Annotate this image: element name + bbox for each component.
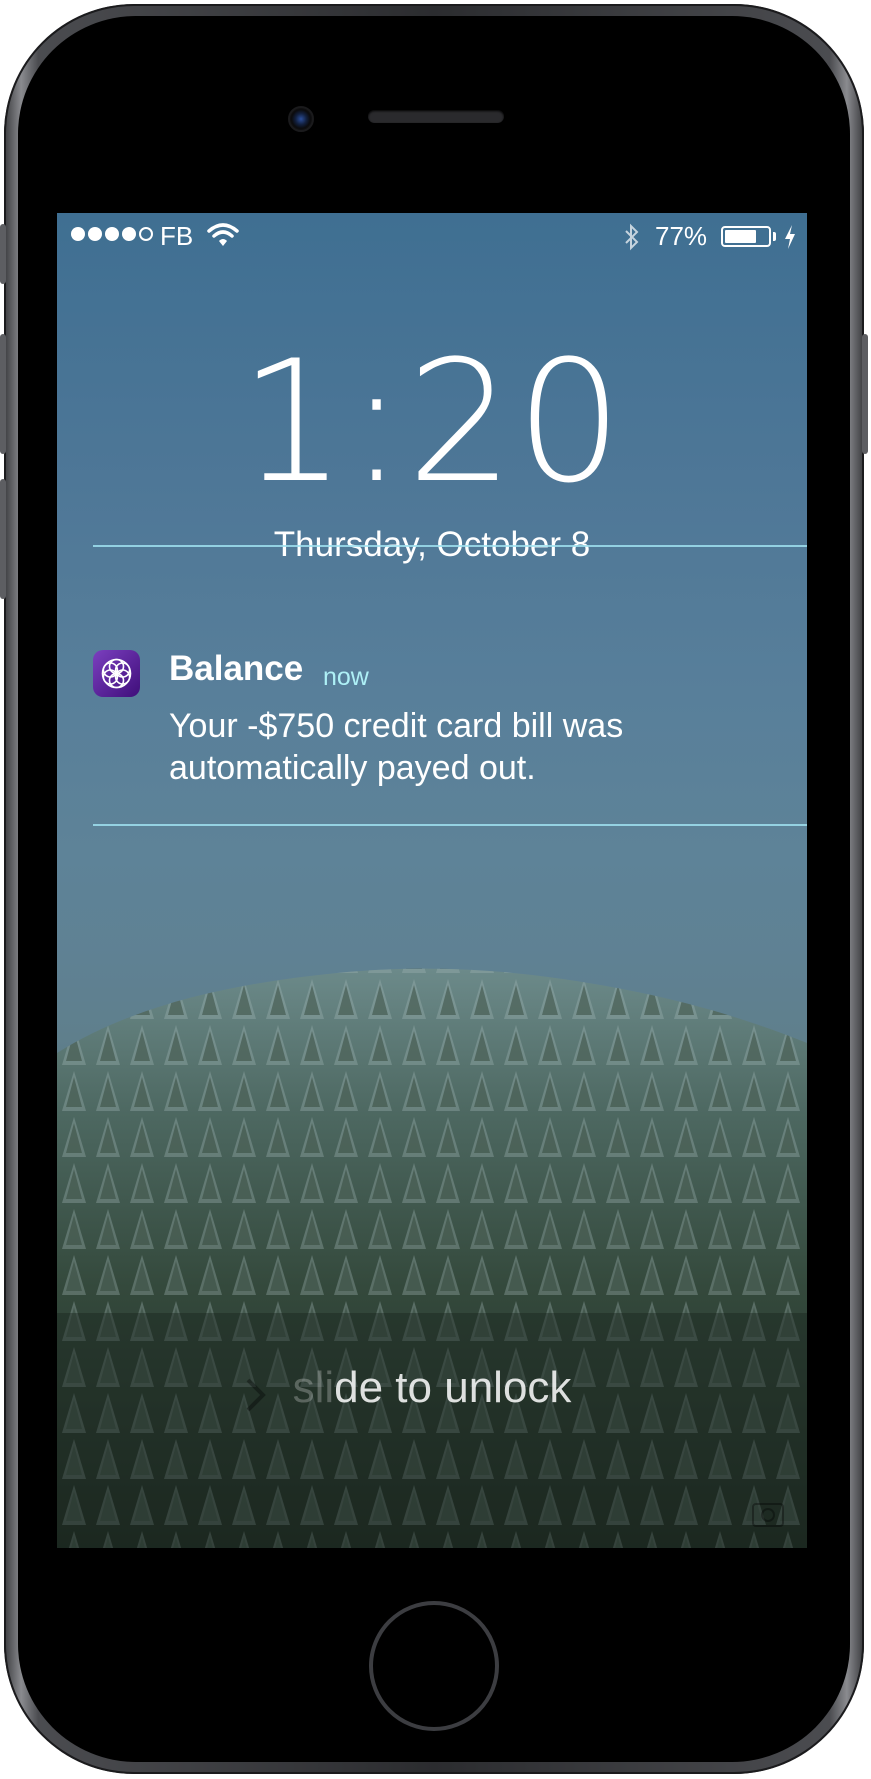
signal-dot (105, 227, 119, 241)
wifi-icon (207, 223, 239, 246)
signal-dot (71, 227, 85, 241)
notification-message: Your -$750 credit card bill was automati… (169, 707, 624, 787)
volume-up-button (0, 334, 6, 454)
earpiece-speaker (368, 110, 504, 123)
signal-dot (88, 227, 102, 241)
front-camera (288, 106, 314, 132)
volume-down-button (0, 479, 6, 599)
balance-app-icon (93, 650, 140, 697)
status-bar: FB 77% (57, 213, 807, 253)
bluetooth-icon (625, 223, 639, 251)
battery-tip (773, 232, 776, 241)
notification-divider-bottom (93, 824, 807, 826)
charging-bolt-icon (785, 225, 795, 249)
notification-time: now (323, 663, 369, 691)
slide-to-unlock-text: de to unlock (334, 1363, 572, 1412)
wallpaper-forest (57, 968, 807, 1548)
mute-switch (0, 224, 6, 284)
notification-divider-top (93, 545, 807, 547)
balance-flower-icon (101, 658, 132, 689)
battery-fill (725, 230, 757, 243)
signal-strength-icon (71, 227, 153, 241)
signal-dot (122, 227, 136, 241)
lock-screen[interactable]: FB 77% 1:20 Thursday, October 8 Balance … (57, 213, 807, 1548)
battery-icon (721, 226, 771, 247)
notification-app-name: Balance (169, 649, 304, 688)
slide-to-unlock[interactable]: slide to unlock (57, 1363, 807, 1413)
carrier-name: FB (160, 221, 194, 251)
battery-percent: 77% (655, 221, 708, 251)
slide-to-unlock-faded-text: sli (292, 1363, 335, 1412)
signal-dot-empty (139, 227, 153, 241)
home-button[interactable] (369, 1601, 499, 1731)
power-button (862, 334, 868, 454)
camera-shortcut-icon[interactable] (749, 1496, 789, 1530)
lock-screen-time: 1:20 (239, 324, 625, 520)
